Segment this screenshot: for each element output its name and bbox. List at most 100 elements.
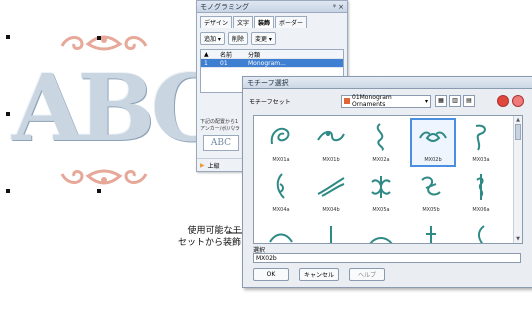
hint-line: 下記の配置から1 [200, 119, 239, 125]
panel-titlebar: モノグラミング ᵠ × [197, 1, 347, 13]
motif-label: MX02b [424, 157, 442, 163]
row-name: 01 [220, 59, 228, 67]
motif-partial-icon [369, 237, 393, 243]
motif-cell[interactable]: MX03a [460, 120, 502, 165]
grid-header: ▲ 名前 分類 [201, 50, 343, 59]
help-button[interactable]: ヘルプ [349, 268, 385, 281]
motif-label: MX03a [472, 157, 490, 163]
motif-mx04a-icon [276, 173, 285, 199]
motif-cell[interactable]: MX04b [310, 170, 352, 215]
tab-letters[interactable]: 文字 [233, 16, 254, 28]
sort-icon: ▲ [204, 50, 209, 58]
motif-selection-dialog: モチーフ選択 モチーフセット 01Monogram Ornaments ▾ ▦ … [242, 76, 532, 288]
medium-icons-view-icon[interactable]: ▥ [449, 95, 461, 107]
pin-close-icon[interactable]: ᵠ × [333, 3, 344, 11]
color-buttons [497, 95, 524, 107]
motif-cell[interactable]: MX06a [460, 170, 502, 215]
motif-label: MX01b [322, 157, 340, 163]
motif-partial-icon [478, 225, 485, 243]
motif-set-row: モチーフセット 01Monogram Ornaments ▾ ▦ ▥ ▤ [249, 94, 527, 108]
motif-label: MX05b [422, 207, 440, 213]
motif-cell[interactable]: MX04a [260, 170, 302, 215]
motif-label: MX04b [322, 207, 340, 213]
row-id: 1 [204, 59, 208, 67]
selection-handle[interactable] [6, 189, 10, 193]
motif-mx04b-icon [317, 177, 345, 197]
bottom-ornament [60, 169, 148, 185]
motif-label: MX06a [472, 207, 490, 213]
table-row[interactable]: 1 01 Monogram... [201, 59, 343, 68]
motif-mx06a-icon [476, 174, 484, 200]
scroll-thumb[interactable] [515, 124, 521, 140]
monogram-letters: ABC [12, 54, 224, 162]
upper-label: 上級 [207, 162, 220, 170]
column-header-category[interactable]: 分類 [248, 50, 260, 59]
preview-thumbnail: ABC [203, 135, 239, 151]
motif-mx02a-icon [376, 123, 384, 151]
change-button[interactable]: 変更 ▾ [250, 32, 276, 45]
motif-cell[interactable] [310, 220, 352, 243]
selection-handle[interactable] [97, 189, 101, 193]
motif-cell[interactable]: MX02a [360, 120, 402, 165]
set-color-icon [344, 98, 350, 104]
top-ornament [60, 35, 148, 51]
motif-set-value: 01Monogram Ornaments [352, 94, 392, 108]
small-icons-view-icon[interactable]: ▦ [435, 95, 447, 107]
motif-cell[interactable] [260, 220, 302, 243]
selected-motif-field[interactable]: MX02b [253, 253, 521, 263]
panel-hint: 下記の配置から1 アンカー/ボ/パ/ラ [200, 119, 240, 133]
motif-cell[interactable]: MX05b [410, 170, 452, 215]
motif-cell[interactable] [460, 220, 502, 243]
selection-handle[interactable] [97, 36, 101, 40]
tab-design[interactable]: デザイン [200, 16, 233, 28]
chevron-down-icon: ▾ [424, 97, 428, 105]
motif-set-dropdown[interactable]: 01Monogram Ornaments ▾ [341, 94, 431, 108]
scroll-up-icon[interactable]: ▲ [514, 116, 522, 124]
row-category: Monogram... [248, 59, 286, 67]
motif-cell[interactable]: MX01a [260, 120, 302, 165]
design-canvas[interactable]: ABC [0, 0, 224, 312]
cancel-button[interactable]: キャンセル [299, 268, 339, 281]
color-clear-icon[interactable] [512, 95, 524, 107]
motif-label: MX01a [272, 157, 290, 163]
motif-mx01b-icon [317, 130, 345, 142]
motif-cell[interactable]: MX05a [360, 170, 402, 215]
motif-partial-icon [426, 226, 436, 243]
motif-label: MX04a [272, 207, 290, 213]
selection-handle[interactable] [6, 112, 10, 116]
motif-cell[interactable] [360, 220, 402, 243]
motif-gallery[interactable]: MX01a MX01b MX02a MX02b MX03a MX04a MX04… [253, 115, 523, 244]
gallery-scrollbar[interactable]: ▲ ▼ [513, 116, 522, 243]
motif-label: MX05a [372, 207, 390, 213]
motif-mx02b-icon [419, 131, 447, 142]
motif-set-label: モチーフセット [249, 98, 291, 106]
motif-mx01a-icon [270, 127, 290, 145]
motif-cell-selected[interactable]: MX02b [410, 118, 456, 167]
expand-arrow-icon: ▶ [200, 161, 205, 169]
panel-tabs: デザイン 文字 装飾 ボーダー [197, 13, 347, 28]
hint-line: アンカー/ボ/パ/ラ [200, 126, 240, 132]
tab-borders[interactable]: ボーダー [275, 16, 308, 28]
tab-ornaments[interactable]: 装飾 [254, 16, 275, 28]
motif-cell[interactable]: MX01b [310, 120, 352, 165]
view-buttons: ▦ ▥ ▤ [435, 95, 475, 107]
color-swatch-icon[interactable] [497, 95, 509, 107]
column-header-name[interactable]: 名前 [220, 50, 248, 59]
motif-mx03a-icon [475, 124, 486, 151]
ok-button[interactable]: OK [253, 268, 289, 281]
selection-handle[interactable] [6, 35, 10, 39]
dialog-titlebar: モチーフ選択 [243, 77, 532, 89]
motif-cell[interactable] [410, 220, 452, 243]
motif-label: MX02a [372, 157, 390, 163]
dialog-title: モチーフ選択 [247, 78, 289, 87]
scroll-down-icon[interactable]: ▼ [514, 235, 522, 243]
motif-partial-icon [269, 233, 293, 243]
panel-toolbar: 追加 ▾ 削除 変更 ▾ [197, 28, 347, 49]
large-icons-view-icon[interactable]: ▤ [463, 95, 475, 107]
motif-mx05b-icon [421, 176, 441, 196]
motif-partial-icon [330, 226, 332, 243]
delete-button[interactable]: 削除 [227, 32, 248, 45]
panel-title: モノグラミング [200, 2, 249, 11]
motif-mx05a-icon [371, 176, 391, 198]
add-button[interactable]: 追加 ▾ [200, 32, 225, 45]
